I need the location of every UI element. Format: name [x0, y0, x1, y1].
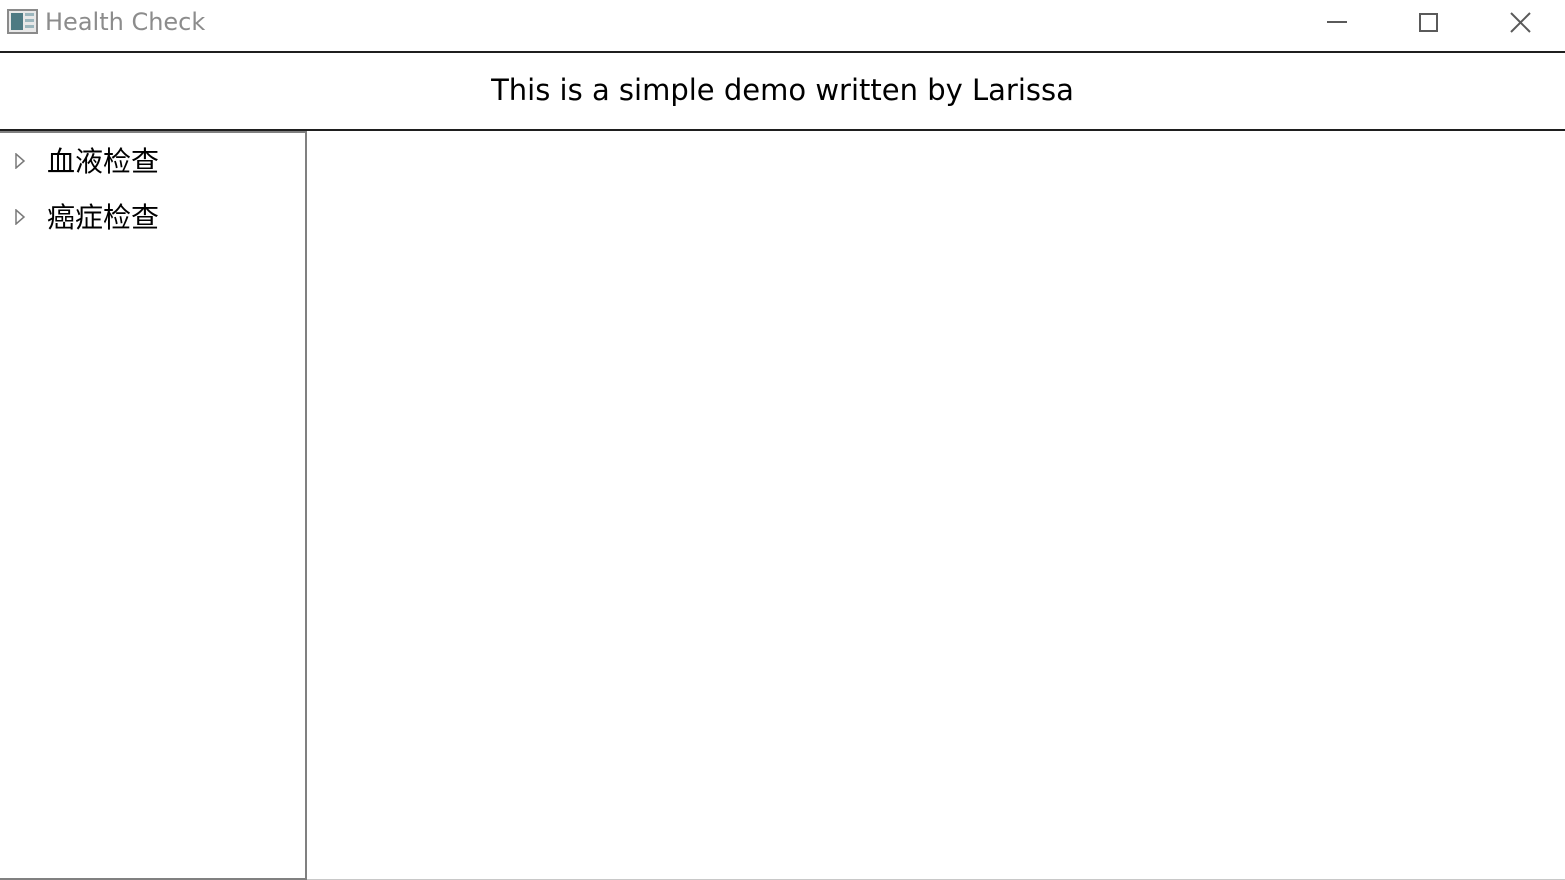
tree-item-cancer-screening[interactable]: 癌症检查	[0, 189, 305, 245]
content-area	[307, 131, 1565, 880]
close-button[interactable]	[1475, 0, 1565, 44]
maximize-button[interactable]	[1383, 0, 1473, 44]
maximize-icon	[1419, 13, 1438, 32]
minimize-icon	[1327, 21, 1347, 23]
header-banner: This is a simple demo written by Larissa	[0, 53, 1565, 131]
header-text: This is a simple demo written by Larissa	[491, 73, 1074, 107]
tree-item-label: 癌症检查	[47, 201, 160, 234]
close-icon	[1510, 12, 1531, 33]
expand-arrow-icon[interactable]	[14, 153, 26, 169]
app-window-icon[interactable]	[7, 9, 38, 34]
app-window: Health Check This is a simple demo writt…	[0, 0, 1565, 880]
title-bar[interactable]: Health Check	[0, 0, 1565, 53]
tree-item-label: 血液检查	[47, 145, 160, 178]
tree-item-blood-test[interactable]: 血液检查	[0, 133, 305, 189]
minimize-button[interactable]	[1292, 0, 1382, 44]
tree-view[interactable]: 血液检查 癌症检查	[0, 131, 307, 880]
window-title: Health Check	[45, 8, 206, 36]
expand-arrow-icon[interactable]	[14, 209, 26, 225]
